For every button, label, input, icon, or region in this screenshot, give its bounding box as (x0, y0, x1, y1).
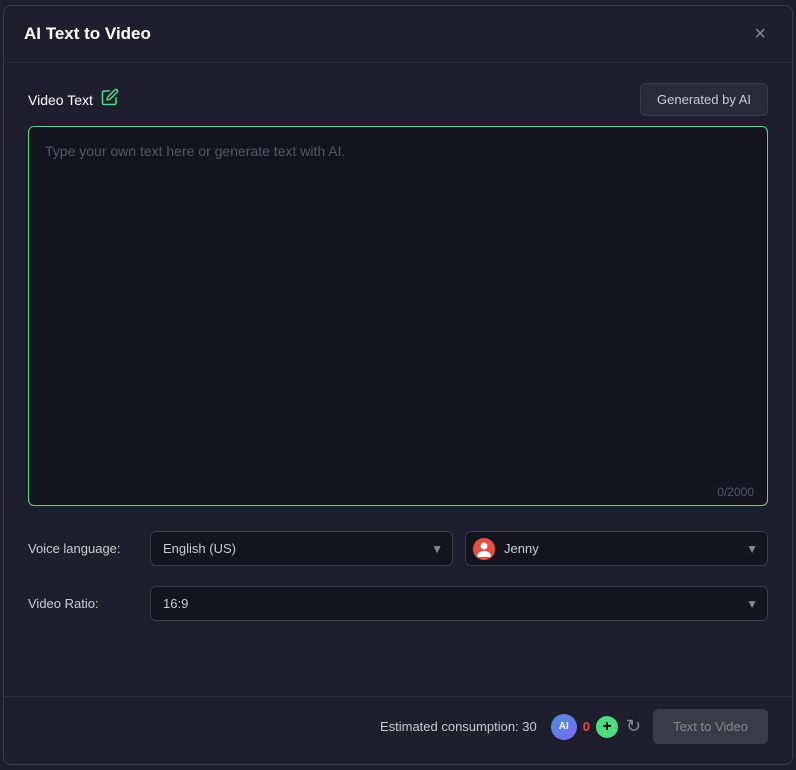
credit-count: 0 (583, 719, 590, 734)
ratio-select[interactable]: 16:9 9:16 1:1 4:3 (150, 586, 768, 621)
footer-right: Estimated consumption: 30 AI 0 + ↻ Text … (380, 709, 768, 744)
language-select[interactable]: English (US) English (UK) Spanish French… (150, 531, 453, 566)
generated-by-ai-button[interactable]: Generated by AI (640, 83, 768, 116)
voice-language-row: Voice language: English (US) English (UK… (28, 531, 768, 566)
textarea-wrapper: 0/2000 (28, 126, 768, 511)
language-select-wrapper: English (US) English (UK) Spanish French… (150, 531, 453, 566)
voice-select-wrapper: Jenny Guy Aria Davis Emma ▼ (465, 531, 768, 566)
close-button[interactable]: × (748, 22, 772, 46)
ratio-select-wrapper: 16:9 9:16 1:1 4:3 ▼ (150, 586, 768, 621)
video-ratio-row: Video Ratio: 16:9 9:16 1:1 4:3 ▼ (28, 586, 768, 621)
modal-header: AI Text to Video × (4, 6, 792, 63)
voice-select[interactable]: Jenny Guy Aria Davis Emma (465, 531, 768, 566)
video-text-label: Video Text (28, 92, 93, 108)
add-credit-button[interactable]: + (596, 716, 618, 738)
modal-title: AI Text to Video (24, 24, 151, 44)
video-text-input[interactable] (28, 126, 768, 506)
section-header: Video Text Generated by AI (28, 83, 768, 116)
modal: AI Text to Video × Video Text (3, 5, 793, 765)
refresh-button[interactable]: ↻ (624, 714, 643, 739)
video-text-section: Video Text Generated by AI 0/2000 (28, 83, 768, 511)
consumption-text: Estimated consumption: 30 (380, 719, 537, 734)
modal-overlay: AI Text to Video × Video Text (0, 0, 796, 770)
voice-language-label: Voice language: (28, 541, 138, 556)
edit-icon[interactable] (101, 88, 119, 111)
modal-footer: Estimated consumption: 30 AI 0 + ↻ Text … (4, 696, 792, 764)
section-label: Video Text (28, 88, 119, 111)
video-ratio-label: Video Ratio: (28, 596, 138, 611)
ai-badge: AI (551, 714, 577, 740)
modal-body: Video Text Generated by AI 0/2000 (4, 63, 792, 696)
char-count: 0/2000 (717, 485, 754, 499)
text-to-video-button[interactable]: Text to Video (653, 709, 768, 744)
footer-credits: AI 0 + ↻ (551, 714, 643, 740)
